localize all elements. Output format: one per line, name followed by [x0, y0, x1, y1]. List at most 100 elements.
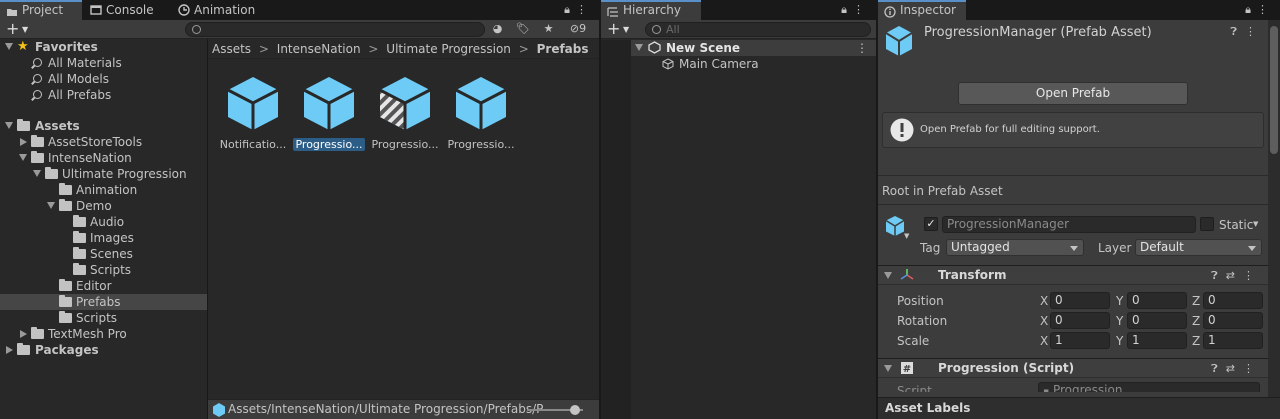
filter-by-label-icon[interactable]: 🏷︎: [512, 22, 534, 35]
panel-splitter[interactable]: [599, 0, 601, 419]
transform-header[interactable]: Transform ❓︎⇄⋮: [878, 265, 1268, 285]
asset-progression-prefab-selected[interactable]: Progressio...: [292, 75, 366, 151]
static-checkbox[interactable]: [1200, 217, 1214, 231]
tree-item-scenes[interactable]: Scenes: [0, 246, 207, 262]
hierarchy-search-input[interactable]: All: [645, 22, 871, 37]
tree-item-assetstoretools[interactable]: AssetStoreTools: [0, 134, 207, 150]
static-label[interactable]: Static: [1219, 218, 1253, 232]
rotation-y-field[interactable]: 0: [1127, 312, 1187, 329]
lock-icon[interactable]: 🔒︎: [841, 3, 853, 16]
progression-script-header[interactable]: # Progression (Script) ❓︎⇄⋮: [878, 358, 1268, 378]
expand-arrow-icon[interactable]: [884, 365, 892, 372]
chevron-down-icon[interactable]: ▼: [1253, 220, 1258, 228]
layer-dropdown[interactable]: Default: [1135, 239, 1262, 256]
hierarchy-tab-menu[interactable]: 🔒︎⋮: [841, 3, 870, 17]
expand-arrow-icon[interactable]: [47, 202, 55, 209]
tree-item-all-models[interactable]: All Models: [0, 71, 207, 87]
tab-project[interactable]: Project: [0, 0, 82, 20]
hierarchy-item-main-camera[interactable]: Main Camera: [631, 56, 876, 72]
kebab-menu-icon[interactable]: ⋮: [856, 40, 868, 56]
tree-item-ultimate-progression[interactable]: Ultimate Progression: [0, 166, 207, 182]
tree-item-all-materials[interactable]: All Materials: [0, 55, 207, 71]
axis-z-label[interactable]: Z: [1192, 294, 1200, 308]
inspector-tab-menu[interactable]: 🔒︎⋮: [1245, 3, 1274, 17]
expand-arrow-icon[interactable]: [33, 170, 41, 177]
presets-icon[interactable]: ⇄: [1226, 362, 1243, 375]
rotation-z-field[interactable]: 0: [1203, 312, 1263, 329]
hidden-packages-toggle[interactable]: ⊘9: [563, 22, 593, 35]
hierarchy-create-button[interactable]: + ▼: [607, 20, 633, 39]
asset-notification-prefab[interactable]: Notificatio...: [216, 75, 290, 151]
kebab-menu-icon[interactable]: ⋮: [1257, 3, 1274, 16]
collapsed-arrow-icon[interactable]: [6, 346, 13, 354]
tab-hierarchy[interactable]: Hierarchy: [601, 0, 701, 20]
inspector-scrollbar[interactable]: [1268, 20, 1280, 397]
asset-labels-bar[interactable]: Asset Labels: [878, 397, 1280, 419]
axis-x-label[interactable]: X: [1040, 294, 1048, 308]
tree-item-favorites[interactable]: ★ Favorites: [0, 39, 207, 55]
help-icon[interactable]: ❓︎: [1230, 25, 1245, 38]
position-z-field[interactable]: 0: [1203, 292, 1263, 309]
scale-x-field[interactable]: 1: [1050, 332, 1110, 349]
breadcrumb-item[interactable]: IntenseNation: [277, 42, 361, 56]
object-name-field[interactable]: ProgressionManager: [942, 216, 1196, 233]
chevron-down-icon[interactable]: ▼: [904, 232, 909, 240]
tree-item-demo-scripts[interactable]: Scripts: [0, 262, 207, 278]
tag-dropdown[interactable]: Untagged: [946, 239, 1084, 256]
axis-x-label[interactable]: X: [1040, 334, 1048, 348]
expand-arrow-icon[interactable]: [635, 44, 643, 51]
axis-x-label[interactable]: X: [1040, 314, 1048, 328]
lock-icon[interactable]: 🔒︎: [564, 3, 576, 16]
project-search-input[interactable]: [185, 22, 485, 37]
axis-z-label[interactable]: Z: [1192, 334, 1200, 348]
help-icon[interactable]: ❓︎: [1211, 362, 1226, 375]
tree-item-textmesh-pro[interactable]: TextMesh Pro: [0, 326, 207, 342]
tree-item-editor[interactable]: Editor: [0, 278, 207, 294]
tab-console[interactable]: Console: [84, 0, 164, 20]
tree-item-animation[interactable]: Animation: [0, 182, 207, 198]
tree-item-all-prefabs[interactable]: All Prefabs: [0, 87, 207, 103]
rotation-x-field[interactable]: 0: [1050, 312, 1110, 329]
tab-animation[interactable]: Animation: [172, 0, 262, 20]
axis-y-label[interactable]: Y: [1116, 294, 1123, 308]
axis-y-label[interactable]: Y: [1116, 314, 1123, 328]
tree-item-demo[interactable]: Demo: [0, 198, 207, 214]
tree-item-assets[interactable]: Assets: [0, 118, 207, 134]
kebab-menu-icon[interactable]: ⋮: [576, 3, 593, 16]
asset-progression-prefab-variant[interactable]: Progressio...: [368, 75, 442, 151]
kebab-menu-icon[interactable]: ⋮: [1243, 362, 1262, 375]
thumbnail-size-slider[interactable]: [527, 405, 583, 415]
kebab-menu-icon[interactable]: ⋮: [853, 3, 870, 16]
tree-item-packages[interactable]: Packages: [0, 342, 207, 358]
kebab-menu-icon[interactable]: ⋮: [1245, 25, 1264, 38]
scrollbar-thumb[interactable]: [1270, 26, 1278, 154]
axis-z-label[interactable]: Z: [1192, 314, 1200, 328]
breadcrumb-current[interactable]: Prefabs: [537, 42, 589, 56]
asset-progression-prefab-2[interactable]: Progressio...: [444, 75, 518, 151]
tree-item-audio[interactable]: Audio: [0, 214, 207, 230]
filter-by-type-icon[interactable]: ◕: [487, 22, 509, 35]
tree-item-images[interactable]: Images: [0, 230, 207, 246]
active-checkbox[interactable]: ✓: [924, 217, 938, 231]
expand-arrow-icon[interactable]: [884, 272, 892, 279]
expand-arrow-icon[interactable]: [5, 122, 13, 129]
axis-y-label[interactable]: Y: [1116, 334, 1123, 348]
collapsed-arrow-icon[interactable]: [20, 138, 27, 146]
slider-handle[interactable]: [569, 405, 580, 415]
open-prefab-button[interactable]: Open Prefab: [958, 82, 1188, 105]
expand-arrow-icon[interactable]: [5, 43, 13, 50]
scale-z-field[interactable]: 1: [1203, 332, 1263, 349]
create-button[interactable]: + ▼: [6, 20, 32, 39]
tab-inspector[interactable]: Inspector: [878, 0, 966, 20]
lock-icon[interactable]: 🔒︎: [1245, 3, 1257, 16]
expand-arrow-icon[interactable]: [19, 154, 27, 161]
favorite-star-icon[interactable]: ★: [538, 22, 560, 35]
position-y-field[interactable]: 0: [1127, 292, 1187, 309]
project-tab-menu[interactable]: 🔒︎⋮: [564, 3, 593, 17]
panel-splitter[interactable]: [876, 0, 878, 419]
kebab-menu-icon[interactable]: ⋮: [1243, 269, 1262, 282]
tree-item-prefabs[interactable]: Prefabs: [0, 294, 207, 310]
presets-icon[interactable]: ⇄: [1226, 269, 1243, 282]
tree-item-intensenation[interactable]: IntenseNation: [0, 150, 207, 166]
collapsed-arrow-icon[interactable]: [20, 330, 27, 338]
